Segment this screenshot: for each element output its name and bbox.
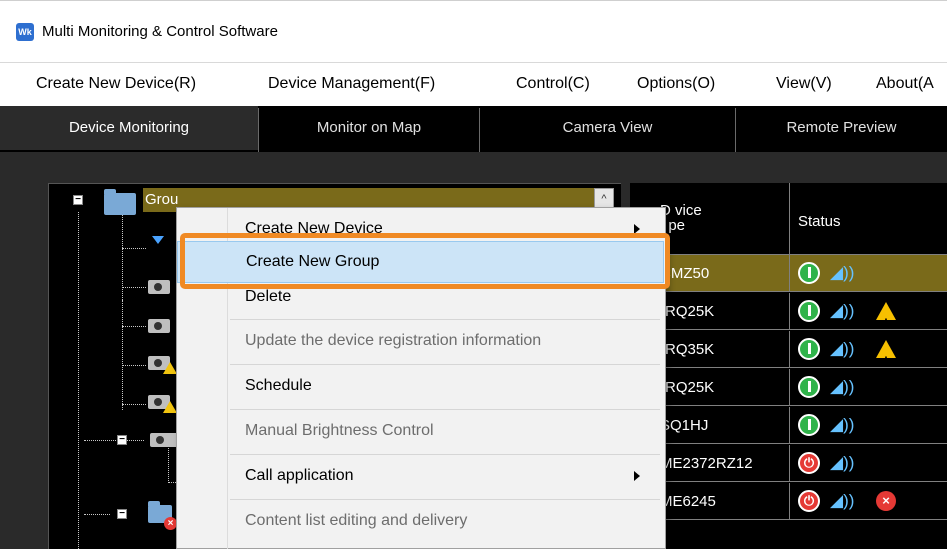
menu-item-schedule[interactable]: Schedule — [177, 365, 664, 409]
menu-item-label: Delete — [245, 288, 292, 305]
warning-icon — [163, 401, 177, 413]
menu-item-delete[interactable]: Delete — [177, 276, 664, 320]
tree-connector — [78, 212, 79, 549]
menu-item-label: Create New Group — [246, 253, 380, 270]
grid-header: D vice pe Status — [630, 183, 947, 255]
tree-connector — [122, 365, 146, 366]
window-title: Multi Monitoring & Control Software — [42, 23, 278, 40]
submenu-arrow-icon — [634, 224, 640, 234]
status-cell: ◢)) — [790, 369, 947, 406]
menu-item-call-application[interactable]: Call application — [177, 455, 664, 499]
expander-minus-icon[interactable]: − — [73, 195, 83, 205]
power-on-icon — [798, 376, 820, 398]
tree-connector — [122, 326, 146, 327]
status-cell: ◢)) — [790, 293, 947, 330]
speaker-icon: ◢)) — [830, 301, 855, 320]
submenu-arrow-icon — [634, 471, 640, 481]
menu-item-label: Schedule — [245, 377, 312, 394]
menu-view[interactable]: View(V) — [776, 75, 832, 93]
tree-connector — [122, 300, 123, 410]
tab-camera-view[interactable]: Camera View — [480, 106, 735, 152]
menu-item-label: Content list editing and delivery — [245, 512, 468, 529]
blue-marker-icon — [152, 236, 164, 244]
power-on-icon — [798, 338, 820, 360]
error-icon: × — [876, 491, 896, 511]
status-cell: ⏻ ◢)) × — [790, 483, 947, 520]
table-row[interactable]: CMZ50 ◢)) — [630, 255, 947, 292]
menu-item-label: Manual Brightness Control — [245, 422, 434, 439]
tab-device-monitoring[interactable]: Device Monitoring — [0, 106, 258, 150]
table-row[interactable]: ME2372RZ12 ⏻ ◢)) — [630, 445, 947, 482]
tab-remote-preview[interactable]: Remote Preview — [736, 106, 947, 152]
tree-connector — [122, 287, 146, 288]
tab-monitor-on-map[interactable]: Monitor on Map — [259, 106, 479, 152]
power-on-icon — [798, 262, 820, 284]
power-on-icon — [798, 300, 820, 322]
menu-item-label: Call application — [245, 467, 354, 484]
tree-connector — [84, 440, 144, 441]
menu-item-label: Update the device registration informati… — [245, 332, 542, 349]
expander-minus-icon[interactable]: − — [117, 435, 127, 445]
power-off-icon: ⏻ — [798, 452, 820, 474]
tree-connector — [168, 448, 169, 483]
status-cell: ◢)) — [790, 331, 947, 368]
speaker-icon: ◢)) — [830, 339, 855, 358]
status-cell: ⏻ ◢)) — [790, 445, 947, 482]
menu-about[interactable]: About(A — [876, 75, 934, 93]
warning-icon — [876, 340, 896, 368]
app-icon: Wk — [16, 23, 34, 41]
menu-item-label: Create New Device — [245, 220, 383, 237]
speaker-icon: ◢)) — [830, 491, 855, 510]
speaker-icon: ◢)) — [830, 263, 855, 282]
warning-icon — [876, 302, 896, 330]
speaker-icon: ◢)) — [830, 453, 855, 472]
table-row[interactable]: -RQ35K ◢)) — [630, 331, 947, 368]
group-label[interactable]: Grou — [145, 191, 178, 208]
title-bar: Wk Multi Monitoring & Control Software — [0, 0, 947, 62]
status-cell: ◢)) — [790, 255, 947, 292]
status-cell: ◢)) — [790, 407, 947, 444]
expander-minus-icon[interactable]: − — [117, 509, 127, 519]
table-row[interactable]: ME6245 ⏻ ◢)) × — [630, 483, 947, 520]
menu-item-manual-brightness[interactable]: Manual Brightness Control — [177, 410, 664, 454]
menu-item-update-registration[interactable]: Update the device registration informati… — [177, 320, 664, 364]
warning-icon — [163, 362, 177, 374]
tree-connector — [122, 404, 146, 405]
menu-control[interactable]: Control(C) — [516, 75, 590, 93]
folder-icon — [104, 189, 136, 215]
power-off-icon: ⏻ — [798, 490, 820, 512]
menu-bar: Create New Device(R) Device Management(F… — [0, 62, 947, 106]
tree-connector — [122, 248, 146, 249]
tab-bar: Device Monitoring Monitor on Map Camera … — [0, 106, 947, 152]
camera-device-icon[interactable] — [148, 280, 170, 294]
table-row[interactable]: -RQ25K ◢)) — [630, 369, 947, 406]
tree-connector — [84, 514, 110, 515]
power-on-icon — [798, 414, 820, 436]
menu-item-content-list[interactable]: Content list editing and delivery — [177, 500, 664, 544]
menu-create-new-device[interactable]: Create New Device(R) — [36, 75, 196, 93]
speaker-icon: ◢)) — [830, 377, 855, 396]
menu-device-management[interactable]: Device Management(F) — [268, 75, 435, 93]
camera-device-icon[interactable] — [148, 319, 170, 333]
table-row[interactable]: SQ1HJ ◢)) — [630, 407, 947, 444]
speaker-icon: ◢)) — [830, 415, 855, 434]
menu-options[interactable]: Options(O) — [637, 75, 715, 93]
column-header-status[interactable]: Status — [790, 183, 947, 255]
device-grid: D vice pe Status CMZ50◢))-RQ25K◢))-RQ35K… — [630, 183, 947, 549]
table-row[interactable]: -RQ25K ◢)) — [630, 293, 947, 330]
